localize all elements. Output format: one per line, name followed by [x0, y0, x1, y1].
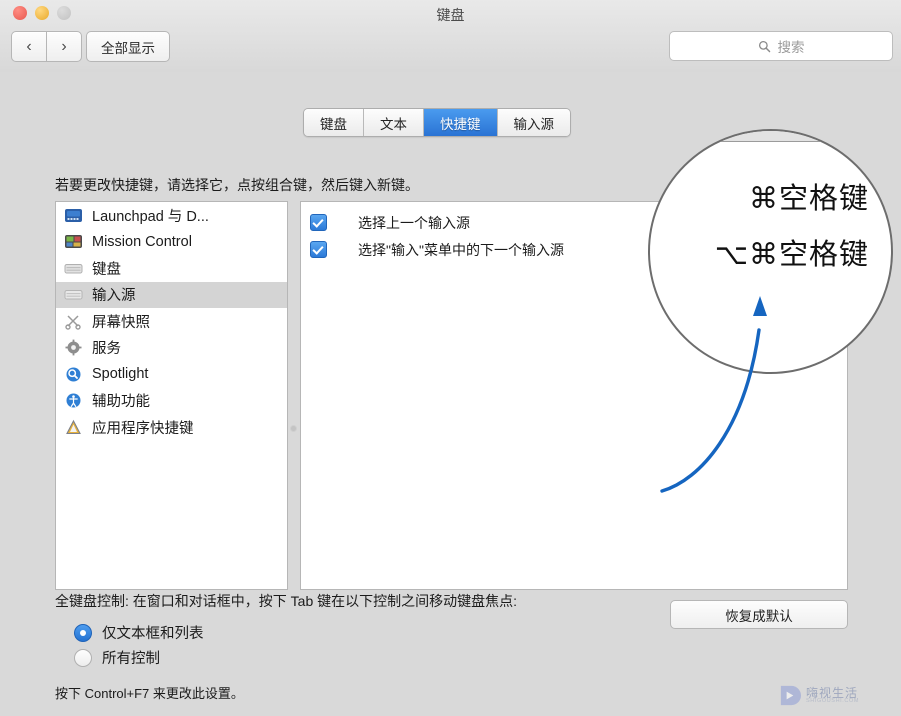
- tab-input-sources[interactable]: 输入源: [497, 109, 570, 136]
- magnifier-panel-edge: [650, 131, 891, 142]
- launchpad-icon: [65, 208, 82, 222]
- radio-button[interactable]: [74, 648, 92, 667]
- shortcut-checkbox[interactable]: [310, 241, 327, 258]
- app-shortcuts-icon: [66, 419, 81, 434]
- list-item[interactable]: 键盘: [56, 255, 287, 282]
- watermark: 嗨视生活 SHIGOUSHI.COM: [778, 684, 859, 707]
- window-titlebar: 键盘 ‹ › 全部显示 搜索: [0, 0, 901, 73]
- magnified-shortcut-keys-1: ⌘空格键: [748, 183, 869, 215]
- list-item-input-source[interactable]: 输入源: [56, 281, 287, 308]
- input-source-icon: [64, 290, 83, 300]
- screenshot-scissors-icon: [65, 315, 81, 330]
- watermark-en: SHIGOUSHI.COM: [806, 697, 860, 704]
- show-all-button[interactable]: 全部显示: [86, 31, 170, 62]
- radio-label: 仅文本框和列表: [102, 626, 204, 642]
- list-item-label: 输入源: [92, 288, 136, 305]
- list-item[interactable]: Spotlight: [56, 361, 287, 388]
- search-icon: [758, 40, 770, 52]
- full-keyboard-radio-group: 仅文本框和列表 所有控制: [74, 620, 204, 670]
- tab-text-label: 文本: [380, 116, 407, 132]
- chevron-left-icon: ‹: [26, 37, 32, 55]
- control-f7-hint: 按下 Control+F7 来更改此设置。: [55, 686, 244, 701]
- mission-control-icon: [65, 235, 82, 249]
- radio-button-selected[interactable]: [74, 623, 92, 642]
- tab-shortcuts-label: 快捷键: [440, 116, 481, 132]
- list-item-label: Launchpad 与 D...: [92, 208, 209, 225]
- shortcut-label: 选择"输入"菜单中的下一个输入源: [358, 241, 564, 258]
- tab-text[interactable]: 文本: [364, 109, 424, 136]
- spotlight-magnifier-icon: [66, 367, 81, 382]
- tab-keyboard[interactable]: 键盘: [304, 109, 364, 136]
- list-item[interactable]: Mission Control: [56, 229, 287, 256]
- splitter-handle-icon: [291, 426, 296, 431]
- show-all-label: 全部显示: [101, 40, 155, 56]
- tab-input-sources-label: 输入源: [513, 116, 555, 132]
- list-item[interactable]: 辅助功能: [56, 388, 287, 415]
- chevron-right-icon: ›: [61, 37, 67, 55]
- radio-option-text-boxes-and-lists[interactable]: 仅文本框和列表: [74, 620, 204, 645]
- keyboard-icon: [64, 263, 83, 274]
- list-item-label: 键盘: [92, 261, 121, 278]
- watermark-text: 嗨视生活 SHIGOUSHI.COM: [806, 687, 859, 705]
- list-item[interactable]: 服务: [56, 335, 287, 362]
- instruction-text: 若要更改快捷键，请选择它，点按组合键，然后键入新键。: [55, 177, 419, 193]
- search-field[interactable]: 搜索: [669, 31, 893, 61]
- gear-icon: [65, 339, 82, 356]
- accessibility-icon: [66, 393, 81, 408]
- full-keyboard-access-label: 全键盘控制: 在窗口和对话框中，按下 Tab 键在以下控制之间移动键盘焦点:: [55, 593, 518, 609]
- magnifier-callout: ⌘空格键 ⌥⌘空格键: [648, 129, 893, 374]
- list-item-label: 屏幕快照: [92, 314, 150, 331]
- tab-bar: 键盘 文本 快捷键 输入源: [303, 108, 571, 137]
- list-item-label: 辅助功能: [92, 394, 150, 411]
- magnified-shortcut-keys-2: ⌥⌘空格键: [714, 239, 869, 271]
- shortcut-category-list[interactable]: Launchpad 与 D... Mission Control 键盘 输入源 …: [55, 201, 288, 590]
- play-logo-icon: [780, 685, 801, 706]
- search-placeholder: 搜索: [777, 40, 805, 55]
- list-item[interactable]: 屏幕快照: [56, 308, 287, 335]
- keyboard-preferences-window: 键盘 ‹ › 全部显示 搜索 键盘 文本 快捷键 输入源 若要更改快捷键，请选择…: [0, 0, 901, 716]
- panel-splitter[interactable]: [288, 201, 299, 588]
- tab-keyboard-label: 键盘: [320, 116, 347, 132]
- tab-shortcuts[interactable]: 快捷键: [424, 109, 498, 136]
- list-item-label: Mission Control: [92, 233, 192, 250]
- shortcut-label: 选择上一个输入源: [358, 214, 470, 231]
- list-item-label: 应用程序快捷键: [92, 420, 194, 437]
- forward-button[interactable]: ›: [46, 31, 82, 62]
- list-item[interactable]: Launchpad 与 D...: [56, 202, 287, 229]
- list-item[interactable]: 应用程序快捷键: [56, 414, 287, 441]
- window-title: 键盘: [436, 7, 465, 23]
- back-button[interactable]: ‹: [11, 31, 46, 62]
- radio-option-all-controls[interactable]: 所有控制: [74, 645, 204, 670]
- restore-defaults-label: 恢复成默认: [725, 608, 793, 624]
- list-item-label: 服务: [92, 341, 121, 358]
- restore-defaults-button[interactable]: 恢复成默认: [670, 600, 848, 629]
- radio-label: 所有控制: [102, 651, 160, 667]
- watermark-cn: 嗨视生活: [806, 685, 859, 700]
- list-item-label: Spotlight: [92, 366, 149, 383]
- shortcut-checkbox[interactable]: [310, 214, 327, 231]
- navigation-buttons: ‹ ›: [11, 31, 82, 62]
